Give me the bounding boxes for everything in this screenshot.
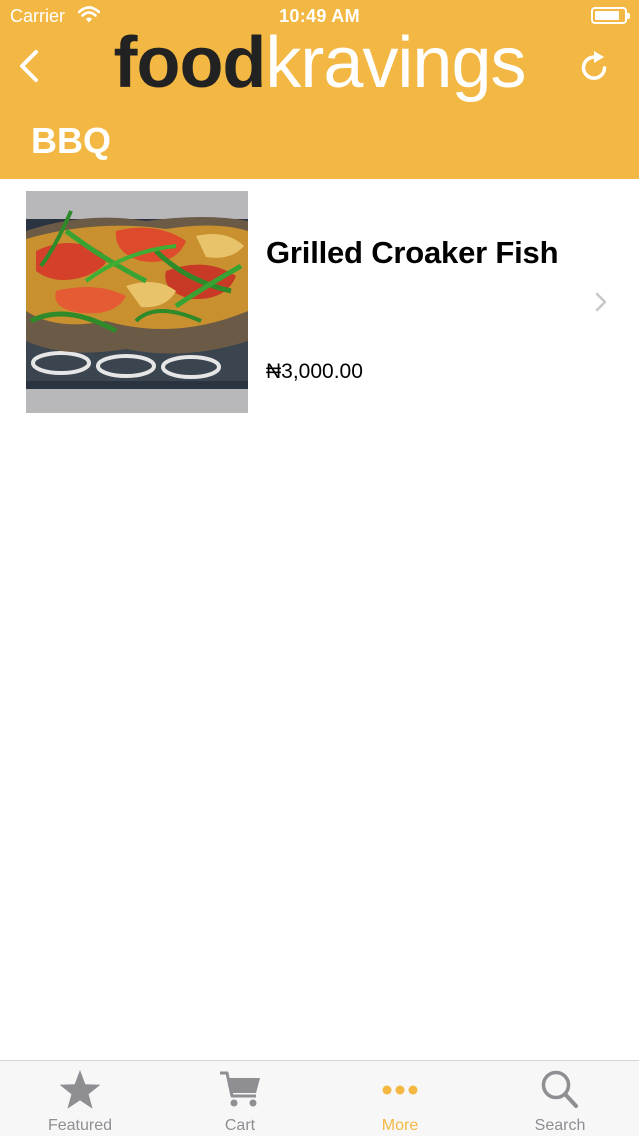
search-icon xyxy=(541,1070,578,1108)
page-title: BBQ xyxy=(31,120,111,161)
tab-cart[interactable]: Cart xyxy=(160,1061,320,1136)
list-item[interactable]: Grilled Croaker Fish ₦3,000.00 xyxy=(0,179,639,426)
product-list: Grilled Croaker Fish ₦3,000.00 xyxy=(0,179,639,426)
tab-featured[interactable]: Featured xyxy=(0,1061,160,1136)
chevron-right-icon xyxy=(595,292,607,312)
tab-bar: Featured Cart More Search xyxy=(0,1060,639,1136)
header: Carrier 10:49 AM foodkravings BBQ xyxy=(0,0,639,179)
tab-more[interactable]: More xyxy=(320,1061,480,1136)
nav-bar: foodkravings xyxy=(0,27,639,102)
product-name: Grilled Croaker Fish xyxy=(266,235,559,270)
back-button[interactable] xyxy=(14,46,48,86)
app-logo: foodkravings xyxy=(0,27,639,102)
product-price: ₦3,000.00 xyxy=(266,360,363,383)
more-icon xyxy=(382,1085,418,1095)
tab-label: Featured xyxy=(47,1117,113,1134)
logo-text-food: food xyxy=(113,23,266,103)
tab-search[interactable]: Search xyxy=(480,1061,639,1136)
refresh-button[interactable] xyxy=(577,46,613,86)
cart-icon xyxy=(220,1071,260,1107)
logo-text-kravings: kravings xyxy=(265,23,526,103)
tab-label: More xyxy=(381,1117,419,1134)
star-icon xyxy=(59,1070,101,1109)
battery-icon xyxy=(591,7,630,24)
tab-label: Cart xyxy=(224,1117,256,1134)
product-image xyxy=(26,191,248,413)
tab-label: Search xyxy=(534,1117,586,1134)
